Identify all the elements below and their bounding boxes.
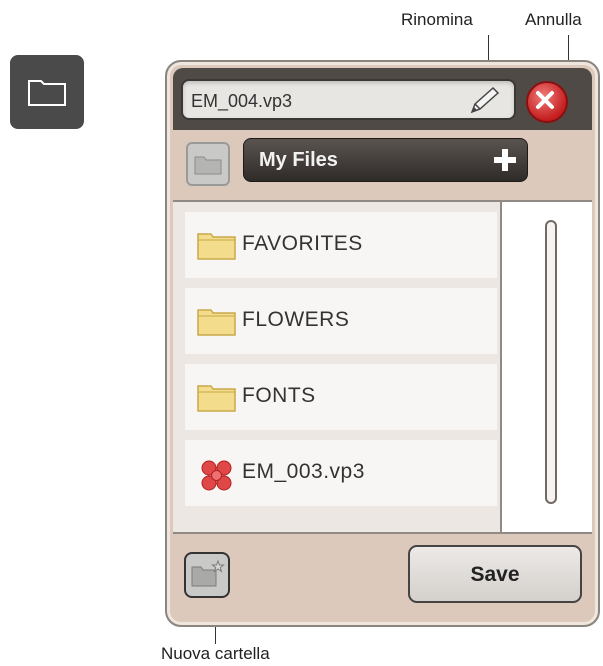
list-item-fonts[interactable]: FONTS xyxy=(185,364,497,430)
new-folder-callout: Nuova cartella xyxy=(161,644,270,663)
folder-up-icon xyxy=(194,156,222,175)
file-list[interactable]: FAVORITES FLOWERS FONTS EM_003.vp3 xyxy=(173,202,502,532)
list-item-favorites[interactable]: FAVORITES xyxy=(185,212,497,278)
list-item-em-003[interactable]: EM_003.vp3 xyxy=(185,440,497,506)
list-item-label: FLOWERS xyxy=(242,308,350,331)
save-button[interactable]: Save xyxy=(408,545,582,603)
folder-icon xyxy=(28,80,66,106)
pencil-icon[interactable] xyxy=(466,85,502,117)
plus-icon xyxy=(494,149,516,171)
folder-icon xyxy=(197,385,236,412)
folder-icon xyxy=(197,233,236,260)
parent-folder-button[interactable] xyxy=(186,142,230,186)
current-folder-label: My Files xyxy=(259,149,338,171)
rename-callout: Rinomina xyxy=(401,10,473,29)
embroidery-file-icon xyxy=(201,460,232,491)
new-folder-icon xyxy=(191,559,225,587)
filename-value: EM_004.vp3 xyxy=(191,91,293,111)
current-folder-button[interactable]: My Files xyxy=(243,138,528,182)
list-item-label: EM_003.vp3 xyxy=(242,460,365,483)
filename-field[interactable]: EM_004.vp3 xyxy=(181,79,516,120)
save-file-dialog: EM_004.vp3 My Files FAVORITES FLOWERS FO… xyxy=(165,60,600,627)
cancel-button[interactable] xyxy=(526,81,568,123)
close-icon xyxy=(536,91,554,109)
open-folder-button[interactable] xyxy=(10,55,84,129)
list-item-label: FAVORITES xyxy=(242,232,363,255)
save-button-label: Save xyxy=(470,563,520,586)
dialog-header: EM_004.vp3 xyxy=(173,68,592,130)
scrollbar[interactable] xyxy=(545,220,557,504)
list-item-flowers[interactable]: FLOWERS xyxy=(185,288,497,354)
list-item-label: FONTS xyxy=(242,384,316,407)
folder-navigation: My Files xyxy=(167,130,598,200)
file-list-area: FAVORITES FLOWERS FONTS EM_003.vp3 xyxy=(173,200,592,534)
new-folder-button[interactable] xyxy=(184,552,230,598)
cancel-callout: Annulla xyxy=(525,10,582,29)
folder-icon xyxy=(197,309,236,336)
